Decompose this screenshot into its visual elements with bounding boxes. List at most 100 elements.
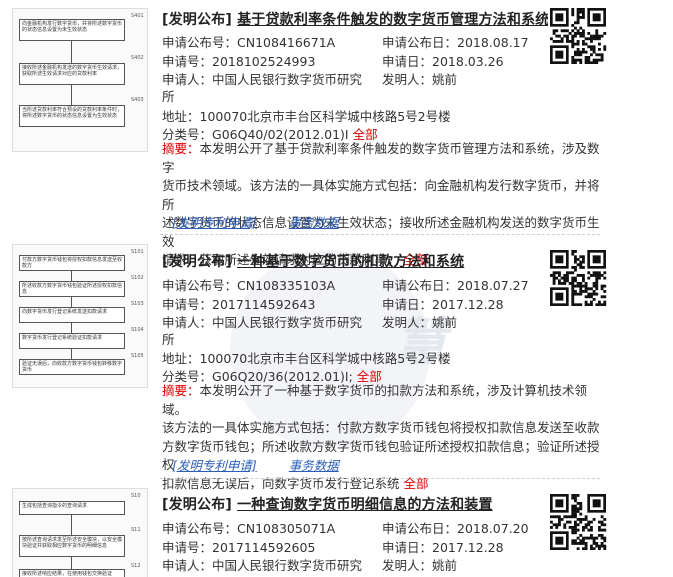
qr-module — [574, 510, 577, 513]
application-number-field: 申请号：2017114592643 — [162, 294, 315, 313]
qr-module — [595, 37, 599, 41]
qr-module — [582, 290, 585, 293]
publication-date: 2018.08.17 — [457, 35, 529, 50]
field-label: 申请公布日： — [382, 278, 458, 293]
qr-module — [574, 542, 577, 545]
patent-title-link[interactable]: 一种查询数字货币明细信息的方法和装置 — [237, 497, 493, 513]
patent-drawing-thumbnail[interactable]: 向金融机构发行数字货币，并将所述数字货币的状态信息设置为未生效状态 S401 接… — [12, 8, 148, 152]
applicant: 中国人民银行数字货币研究 — [212, 315, 363, 330]
qr-module — [584, 56, 588, 59]
qr-module — [558, 40, 561, 43]
qr-module — [576, 528, 580, 532]
field-label: 申请公布号： — [162, 278, 238, 293]
qr-module — [603, 528, 607, 532]
qr-module — [576, 32, 580, 35]
qr-module — [590, 547, 593, 550]
qr-module — [576, 494, 580, 497]
inventor: 姚前 — [432, 315, 458, 330]
qr-module — [595, 292, 599, 296]
qr-module — [558, 271, 561, 275]
qr-module — [576, 16, 580, 19]
qr-module — [563, 29, 567, 33]
qr-module — [571, 42, 575, 46]
patent-title-link[interactable]: 基于贷款利率条件触发的数字货币管理方法和系统 — [237, 12, 549, 28]
qr-module — [584, 37, 588, 41]
qr-module — [576, 284, 580, 288]
qr-module — [603, 518, 607, 521]
qr-module — [574, 266, 577, 269]
qr-module — [568, 526, 572, 529]
qr-module — [571, 252, 575, 256]
qr-module — [552, 40, 556, 43]
qr-module — [592, 290, 596, 293]
qr-module — [579, 8, 583, 11]
qr-module — [566, 274, 569, 277]
patent-title-link[interactable]: 一种基于数字货币的扣款方法和系统 — [237, 254, 464, 270]
field-label: 申请人： — [162, 72, 213, 87]
transaction-data-link[interactable]: 事务数据 — [289, 458, 339, 473]
qr-finder — [555, 50, 564, 59]
abstract: 摘要：本发明公开了一种基于数字货币的扣款方法和系统，涉及计算机技术领域。 该方法… — [162, 382, 602, 493]
publication-number-field: 申请公布号：CN108335103A — [162, 275, 335, 294]
patent-drawing-thumbnail[interactable]: 生成包括查询指令的查询请求 S10 按所述查询请求发至所述安全模块，以安全模块验… — [12, 488, 148, 577]
invention-application-link[interactable]: [发明专利申请] — [172, 458, 257, 473]
qr-module — [574, 276, 577, 280]
qr-module — [587, 58, 591, 62]
qr-module — [579, 58, 583, 62]
publication-number: CN108416671A — [237, 35, 336, 50]
qr-module — [566, 34, 569, 38]
application-number: 2017114592643 — [212, 297, 316, 312]
qr-module — [595, 61, 599, 64]
qr-module — [571, 507, 575, 511]
qr-module — [576, 53, 580, 57]
qr-module — [563, 279, 567, 283]
qr-module — [582, 13, 585, 17]
qr-module — [598, 528, 601, 532]
flow-step-tag: S103 — [131, 301, 144, 307]
qr-module — [574, 42, 577, 46]
qr-module — [558, 523, 561, 527]
patent-title[interactable]: [发明公布] 一种基于数字货币的扣款方法和系统 — [162, 251, 464, 271]
qr-module — [582, 536, 585, 540]
qr-module — [571, 282, 575, 285]
qr-module — [579, 504, 583, 508]
qr-module — [592, 37, 596, 41]
qr-module — [566, 271, 569, 275]
qr-module — [568, 40, 572, 43]
qr-module — [600, 274, 604, 277]
qr-module — [563, 282, 567, 285]
qr-module — [576, 507, 580, 511]
qr-module — [587, 287, 591, 291]
patent-drawing-thumbnail[interactable]: 付款方数字货币钱包将授权扣款信息发送至收款方 S101 所述收款方数字货币钱包验… — [12, 244, 148, 388]
invention-application-link[interactable]: [发明专利申请] — [172, 215, 257, 230]
qr-module — [587, 56, 591, 59]
qr-code — [548, 8, 608, 64]
qr-module — [576, 282, 580, 285]
patent-title[interactable]: [发明公布] 基于贷款利率条件触发的数字货币管理方法和系统 — [162, 9, 549, 29]
qr-module — [579, 266, 583, 269]
qr-module — [592, 536, 596, 540]
application-date: 2017.12.28 — [432, 540, 504, 555]
qr-module — [598, 48, 601, 51]
applicant-field-cont: 所 — [162, 329, 175, 348]
qr-module — [584, 42, 588, 46]
qr-module — [576, 21, 580, 25]
abstract-line: 摘要：本发明公开了基于贷款利率条件触发的数字货币管理方法和系统，涉及数字 — [162, 141, 600, 175]
qr-module — [576, 8, 580, 11]
qr-module — [595, 276, 599, 280]
field-label: 申请公布号： — [162, 35, 238, 50]
inventor-field: 发明人：姚前 — [382, 312, 457, 331]
flow-arrow — [71, 271, 72, 281]
qr-module — [587, 271, 591, 275]
qr-module — [571, 34, 575, 38]
transaction-data-link[interactable]: 事务数据 — [289, 215, 339, 230]
qr-module — [582, 42, 585, 46]
qr-module — [595, 287, 599, 291]
address: 100070北京市丰台区科学城中核路5号2号楼 — [199, 109, 451, 124]
qr-module — [574, 499, 577, 503]
qr-module — [571, 10, 575, 14]
patent-title[interactable]: [发明公布] 一种查询数字货币明细信息的方法和装置 — [162, 494, 493, 514]
qr-module — [592, 292, 596, 296]
qr-module — [571, 542, 575, 545]
inventor-field: 发明人：姚前 — [382, 69, 457, 88]
